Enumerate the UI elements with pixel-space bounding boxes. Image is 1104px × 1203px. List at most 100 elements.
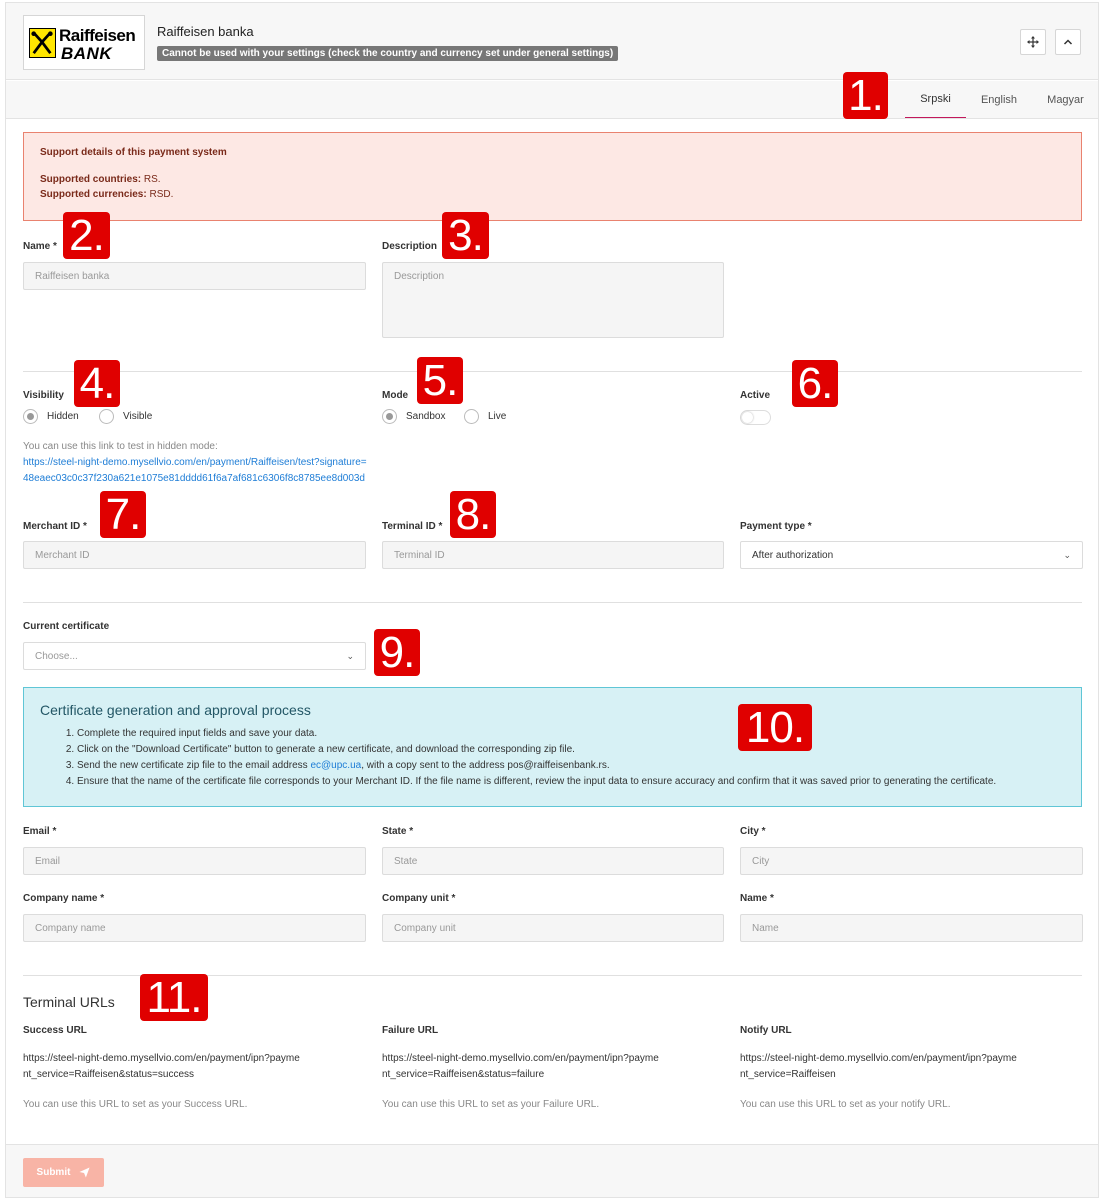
terminal-id-label: Terminal ID *	[382, 521, 443, 532]
visibility-label: Visibility	[23, 390, 64, 401]
description-textarea[interactable]: Description	[382, 262, 724, 338]
chevron-down-icon: ⌄	[1063, 549, 1071, 560]
email-input[interactable]: Email	[23, 847, 366, 875]
support-details-title: Support details of this payment system	[40, 147, 227, 158]
company-unit-label: Company unit *	[382, 893, 456, 904]
mode-sandbox-radio[interactable]: Sandbox	[382, 409, 445, 424]
radio-unselected-icon	[464, 409, 479, 424]
visibility-visible-radio[interactable]: Visible	[99, 409, 152, 424]
supported-currencies-label: Supported currencies:	[40, 189, 147, 200]
company-name-label: Company name *	[23, 893, 105, 904]
divider	[23, 602, 1082, 603]
supported-currencies-value: RSD.	[149, 189, 174, 200]
state-label: State *	[382, 826, 414, 837]
certificate-process-info: Certificate generation and approval proc…	[23, 687, 1082, 807]
move-button[interactable]	[1020, 29, 1046, 55]
mode-live-radio[interactable]: Live	[464, 409, 506, 424]
email-label: Email *	[23, 826, 57, 837]
process-step: Send the new certificate zip file to the…	[77, 758, 1065, 774]
process-step: Ensure that the name of the certificate …	[77, 774, 1065, 790]
annotation-marker-7: 7.	[100, 491, 146, 538]
radio-selected-icon	[382, 409, 397, 424]
failure-url-value: https://steel-night-demo.mysellvio.com/e…	[382, 1053, 659, 1080]
certificate-process-steps: Complete the required input fields and s…	[40, 726, 1065, 790]
active-label: Active	[740, 390, 771, 401]
merchant-id-input[interactable]: Merchant ID	[23, 541, 366, 569]
current-certificate-value: Choose...	[35, 650, 78, 662]
supported-countries-label: Supported countries:	[40, 174, 142, 185]
name-label: Name *	[23, 241, 57, 252]
annotation-marker-5: 5.	[417, 357, 463, 404]
annotation-marker-11: 11.	[140, 974, 208, 1021]
radio-unselected-icon	[99, 409, 114, 424]
chevron-down-icon: ⌄	[346, 650, 354, 661]
failure-url-label: Failure URL	[382, 1025, 439, 1036]
name-input[interactable]: Raiffeisen banka	[23, 262, 366, 290]
settings-warning-badge: Cannot be used with your settings (check…	[157, 46, 619, 61]
city-input[interactable]: City	[740, 847, 1083, 875]
state-input[interactable]: State	[382, 847, 724, 875]
test-link[interactable]: https://steel-night-demo.mysellvio.com/e…	[23, 455, 368, 487]
mode-label: Mode	[382, 390, 409, 401]
notify-url-value: https://steel-night-demo.mysellvio.com/e…	[740, 1053, 1017, 1080]
success-url-value: https://steel-night-demo.mysellvio.com/e…	[23, 1053, 300, 1080]
certificate-process-title: Certificate generation and approval proc…	[40, 702, 311, 718]
current-certificate-label: Current certificate	[23, 621, 110, 632]
annotation-marker-6: 6.	[792, 360, 838, 407]
notify-url-label: Notify URL	[740, 1025, 792, 1036]
success-url-label: Success URL	[23, 1025, 87, 1036]
annotation-marker-8: 8.	[450, 491, 496, 538]
company-unit-input[interactable]: Company unit	[382, 914, 724, 942]
supported-countries: Supported countries: RS.	[40, 174, 1065, 185]
active-toggle[interactable]	[740, 410, 771, 425]
support-email-link[interactable]: ec@upc.ua	[310, 760, 361, 771]
payment-system-title: Raiffeisen banka	[157, 24, 254, 39]
annotation-marker-1: 1.	[843, 72, 888, 119]
mode-live-label: Live	[488, 411, 507, 422]
success-url-hint: You can use this URL to set as your Succ…	[23, 1099, 248, 1110]
raiffeisen-crossed-horses-icon	[29, 28, 56, 58]
supported-countries-value: RS.	[143, 174, 161, 185]
send-icon	[79, 1167, 90, 1178]
move-icon	[1027, 36, 1039, 48]
person-name-label: Name *	[740, 893, 774, 904]
process-step-text: , with a copy sent to the address pos@ra…	[361, 760, 610, 771]
visibility-hidden-radio[interactable]: Hidden	[23, 409, 79, 424]
person-name-input[interactable]: Name	[740, 914, 1083, 942]
language-tabs: Srpski English Magyar	[6, 81, 1098, 119]
payment-type-value: After authorization	[752, 549, 834, 561]
radio-selected-icon	[23, 409, 38, 424]
notify-url-hint: You can use this URL to set as your noti…	[740, 1099, 951, 1110]
panel-header: Raiffeisen BANK Raiffeisen banka Cannot …	[6, 3, 1098, 80]
visibility-visible-label: Visible	[123, 411, 153, 422]
collapse-button[interactable]	[1055, 29, 1081, 55]
payment-type-select[interactable]: After authorization ⌄	[740, 541, 1083, 569]
divider	[23, 371, 1082, 372]
process-step: Complete the required input fields and s…	[77, 726, 1065, 742]
support-details-alert: Support details of this payment system S…	[23, 132, 1082, 221]
tab-magyar[interactable]: Magyar	[1033, 81, 1098, 118]
chevron-up-icon	[1063, 39, 1073, 45]
supported-currencies: Supported currencies: RSD.	[40, 189, 1065, 200]
submit-button[interactable]: Submit	[23, 1158, 104, 1187]
mode-sandbox-label: Sandbox	[406, 411, 446, 422]
terminal-id-input[interactable]: Terminal ID	[382, 541, 724, 569]
raiffeisen-logo: Raiffeisen BANK	[23, 15, 145, 70]
company-name-input[interactable]: Company name	[23, 914, 366, 942]
tab-srpski[interactable]: Srpski	[905, 81, 966, 118]
current-certificate-select[interactable]: Choose... ⌄	[23, 642, 366, 670]
merchant-id-label: Merchant ID *	[23, 521, 87, 532]
visibility-hidden-label: Hidden	[47, 411, 79, 422]
terminal-urls-heading: Terminal URLs	[23, 994, 115, 1010]
process-step-text: Send the new certificate zip file to the…	[77, 760, 311, 771]
annotation-marker-4: 4.	[74, 360, 120, 407]
logo-text-raiffeisen: Raiffeisen	[59, 26, 136, 45]
process-step: Click on the "Download Certificate" butt…	[77, 742, 1065, 758]
tab-english[interactable]: English	[970, 81, 1028, 118]
annotation-marker-3: 3.	[442, 212, 489, 259]
annotation-marker-2: 2.	[63, 212, 110, 259]
failure-url-hint: You can use this URL to set as your Fail…	[382, 1099, 600, 1110]
city-label: City *	[740, 826, 766, 837]
submit-label: Submit	[36, 1167, 71, 1178]
annotation-marker-9: 9.	[374, 629, 420, 676]
